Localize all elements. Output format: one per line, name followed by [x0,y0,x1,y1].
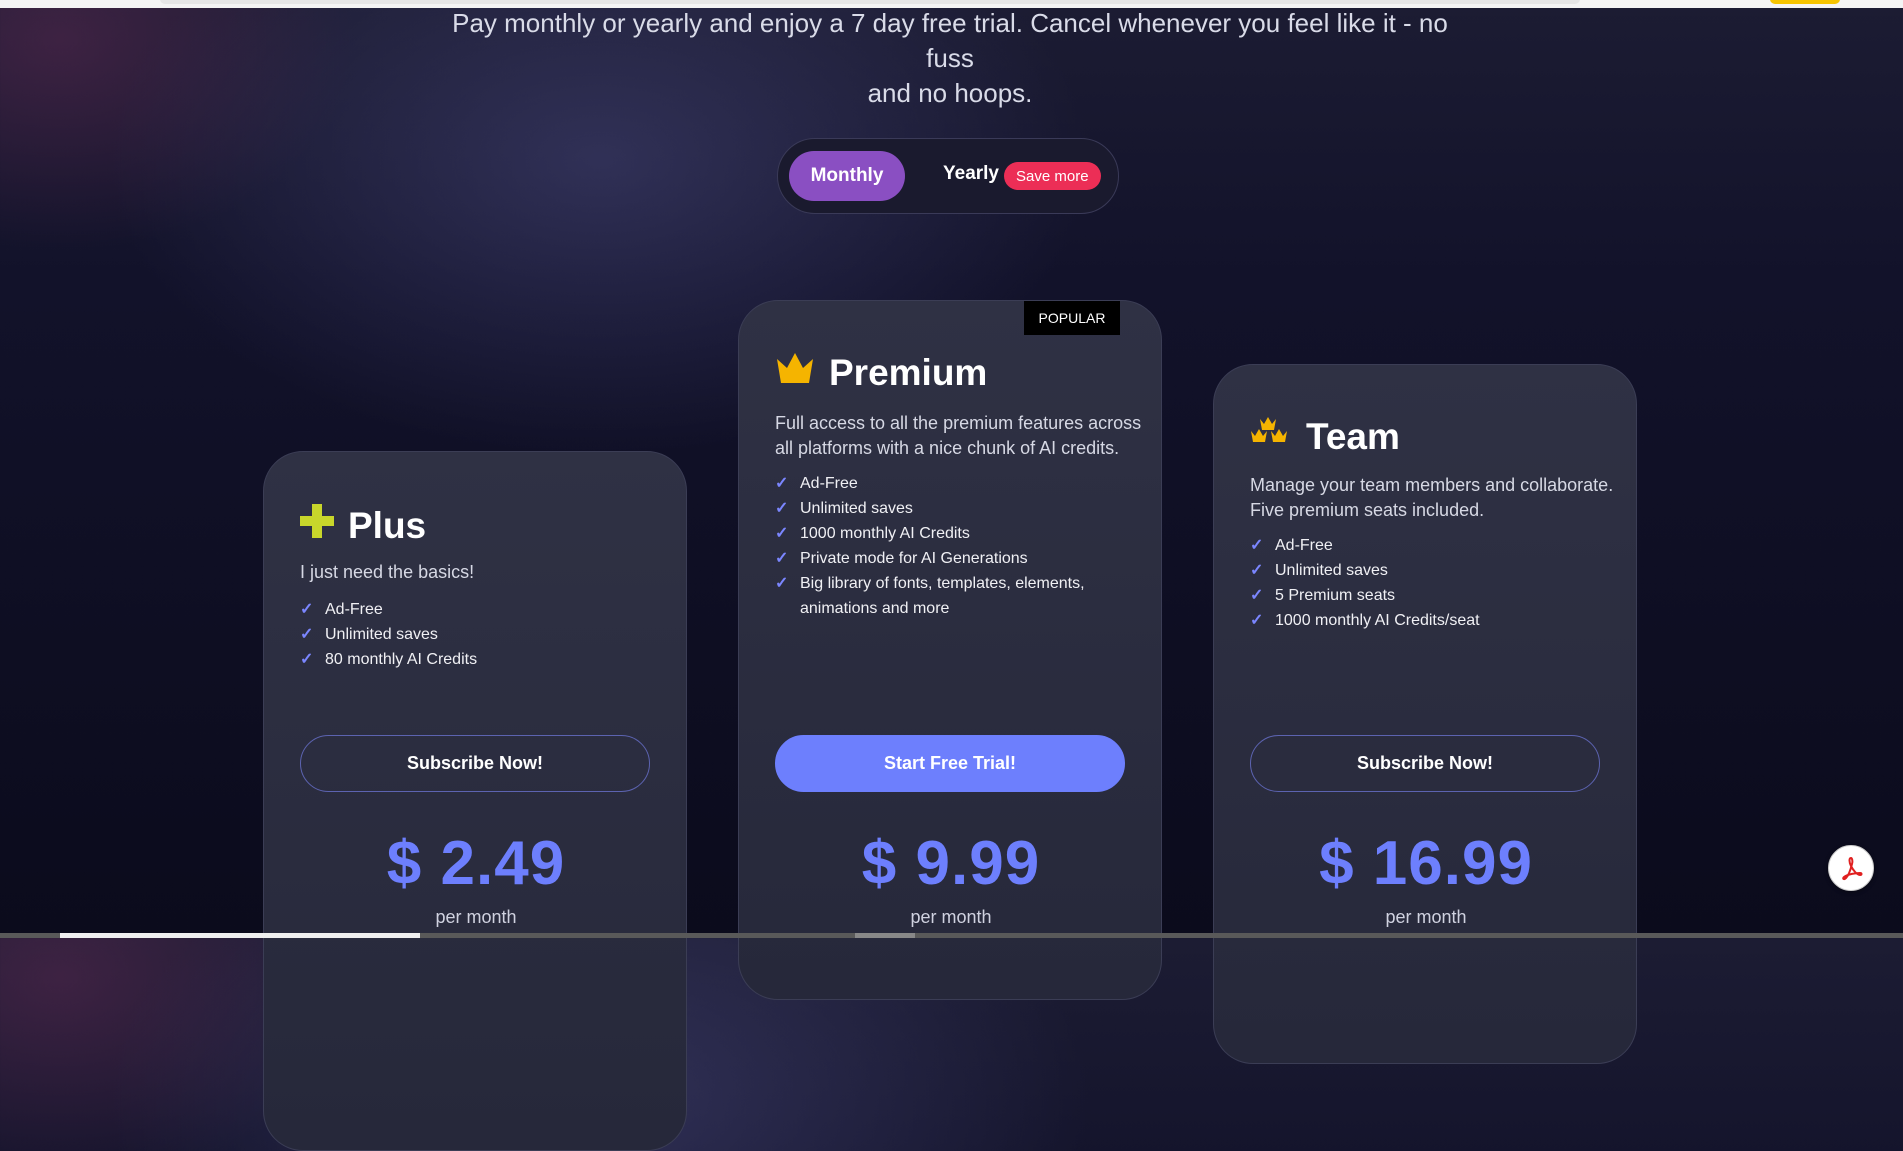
check-icon: ✓ [775,525,789,542]
feature-item: ✓ 1000 monthly AI Credits [775,521,1135,546]
check-icon: ✓ [1250,562,1264,579]
plan-name: Premium [829,351,988,393]
feature-list: ✓ Ad-Free ✓ Unlimited saves ✓ 1000 monthly … [775,471,1135,621]
check-icon: ✓ [300,601,314,618]
check-icon: ✓ [775,550,789,567]
plan-title: Team [1250,415,1400,458]
popular-badge: POPULAR [1024,301,1120,335]
pricing-subtitle: Pay monthly or yearly and enjoy a 7 day … [440,6,1460,111]
price-period: per month [1385,907,1467,927]
check-icon: ✓ [300,651,314,668]
feature-list: ✓ Ad-Free ✓ Unlimited saves ✓ 5 Premium sea… [1250,533,1610,633]
plan-description: Manage your team members and collaborate… [1250,475,1614,520]
crowns-icon [1250,415,1292,458]
plan-card-plus: Plus I just need the basics! ✓ Ad-Free ✓ U… [263,451,687,1151]
check-icon: ✓ [300,626,314,643]
subtitle-line-2: and no hoops. [867,78,1033,108]
plan-title: Premium [775,351,987,394]
scrollbar-thumb[interactable] [855,933,915,938]
feature-item: ✓ 5 Premium seats [1250,583,1610,608]
yearly-option[interactable]: Yearly [943,163,999,185]
check-icon: ✓ [1250,612,1264,629]
billing-period-toggle[interactable]: Monthly Yearly Save more [777,138,1119,214]
check-icon: ✓ [775,500,789,517]
plan-price: $ 9.99 [861,829,1041,898]
address-bar-edge [160,0,1580,4]
plan-name: Plus [348,504,427,546]
feature-item: ✓ Big library of fonts, templates, elemen… [775,571,1135,621]
subscribe-button[interactable]: Subscribe Now! [300,735,650,792]
monthly-option[interactable]: Monthly [789,151,905,201]
feature-item: ✓ Unlimited saves [1250,558,1610,583]
subtitle-line-1: Pay monthly or yearly and enjoy a 7 day … [452,8,1448,73]
check-icon: ✓ [775,475,789,492]
extension-indicator [1770,0,1840,4]
crown-icon [775,351,815,394]
feature-item: ✓ Unlimited saves [775,496,1135,521]
plan-name: Team [1306,415,1400,457]
feature-item: ✓ Ad-Free [775,471,1135,496]
check-icon: ✓ [1250,537,1264,554]
plan-title: Plus [300,504,426,547]
pdf-icon[interactable] [1828,845,1874,891]
plan-description: I just need the basics! [300,562,475,582]
horizontal-scrollbar[interactable] [0,933,1903,938]
plan-card-premium: POPULAR Premium Full access to all the p… [738,300,1162,1000]
feature-list: ✓ Ad-Free ✓ Unlimited saves ✓ 80 monthly AI… [300,597,660,672]
check-icon: ✓ [1250,587,1264,604]
feature-item: ✓ 80 monthly AI Credits [300,647,660,672]
scrollbar-track-segment [60,933,420,938]
feature-item: ✓ 1000 monthly AI Credits/seat [1250,608,1610,633]
plan-description: Full access to all the premium features … [775,413,1142,458]
feature-item: ✓ Ad-Free [1250,533,1610,558]
plan-card-team: Team Manage your team members and collab… [1213,364,1637,1064]
check-icon: ✓ [775,575,789,592]
feature-item: ✓ Unlimited saves [300,622,660,647]
plan-price: $ 2.49 [386,829,566,898]
feature-item: ✓ Ad-Free [300,597,660,622]
price-period: per month [435,907,517,927]
save-more-badge: Save more [1004,162,1101,190]
price-period: per month [910,907,992,927]
feature-item: ✓ Private mode for AI Generations [775,546,1135,571]
plan-price: $ 16.99 [1319,829,1533,898]
subscribe-button[interactable]: Subscribe Now! [1250,735,1600,792]
plus-icon [300,504,334,547]
start-free-trial-button[interactable]: Start Free Trial! [775,735,1125,792]
